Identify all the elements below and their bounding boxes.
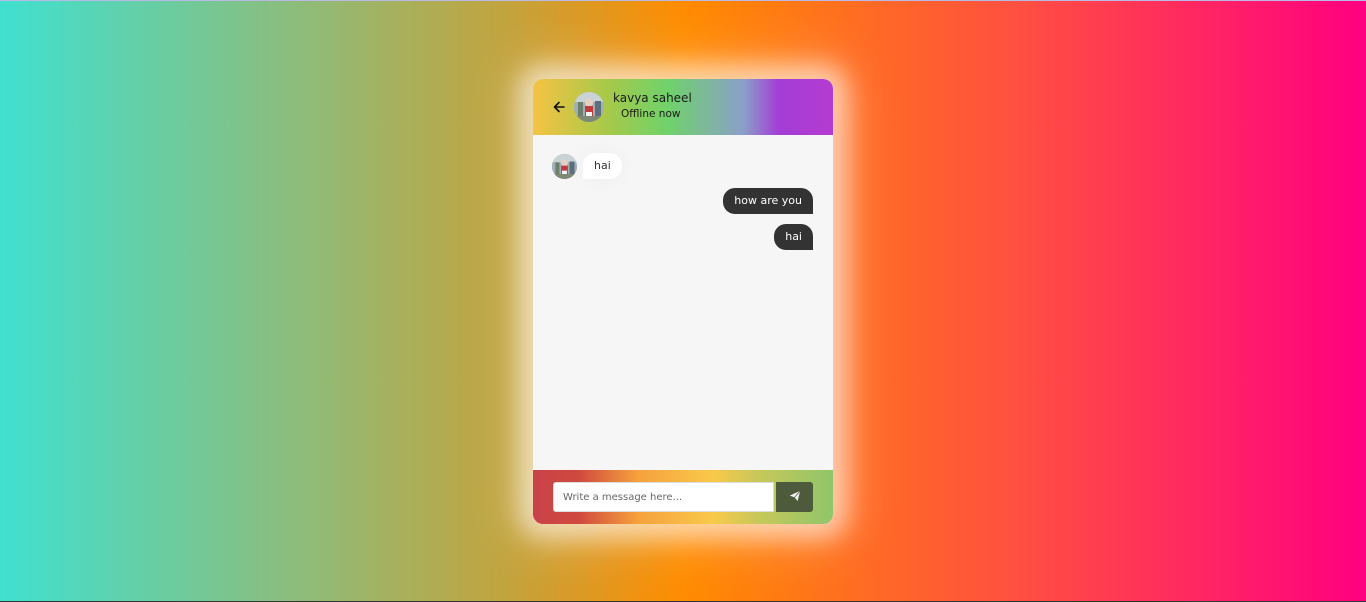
incoming-message: hai (552, 153, 813, 179)
typing-area (533, 470, 833, 524)
send-button[interactable] (776, 482, 813, 512)
top-border (0, 0, 1366, 1)
paper-plane-icon (789, 490, 801, 505)
avatar (552, 153, 577, 179)
message-bubble: how are you (723, 188, 813, 214)
chat-header: kavya saheel Offline now (533, 79, 833, 135)
chat-box[interactable]: hai how are you hai (533, 135, 833, 470)
outgoing-message: hai (552, 224, 813, 250)
arrow-left-icon[interactable] (551, 99, 567, 115)
user-status: Offline now (621, 108, 681, 120)
avatar (574, 92, 604, 122)
message-input[interactable] (553, 482, 774, 512)
message-bubble: hai (774, 224, 813, 250)
chat-window: kavya saheel Offline now hai how are you… (533, 79, 833, 524)
outgoing-message: how are you (552, 188, 813, 214)
user-name: kavya saheel (613, 91, 692, 105)
message-bubble: hai (583, 153, 622, 179)
user-details: kavya saheel Offline now (613, 91, 692, 123)
